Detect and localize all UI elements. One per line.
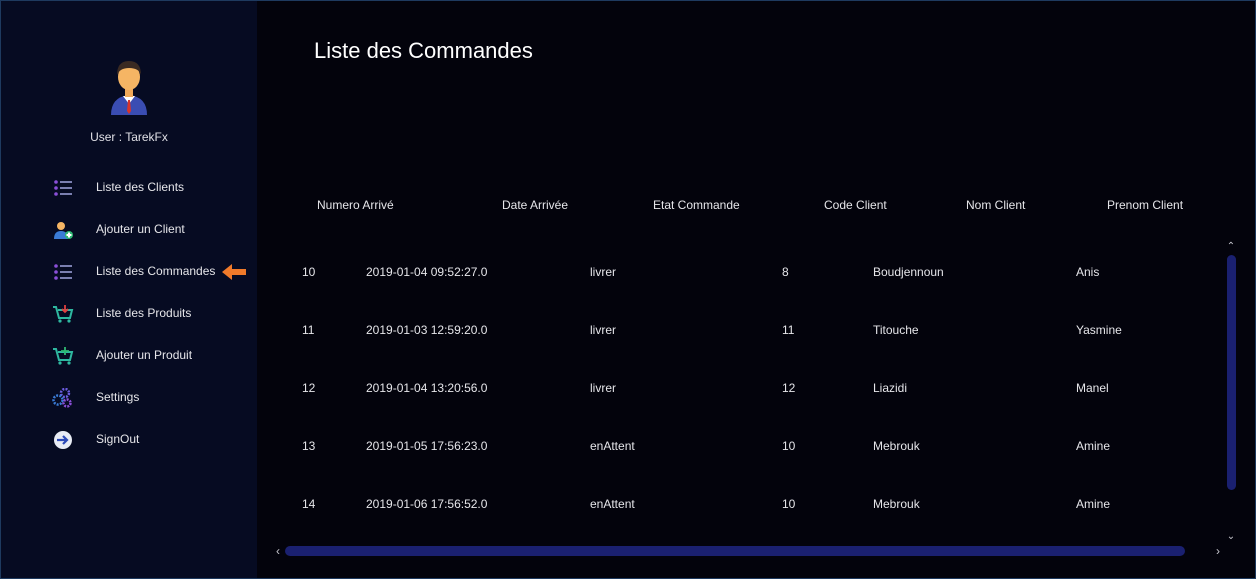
cell-numero: 12: [302, 381, 316, 395]
cell-prenom-client: Manel: [1076, 381, 1109, 395]
sidebar-item-label: Ajouter un Client: [96, 222, 185, 236]
sidebar-item-liste-produits[interactable]: Liste des Produits: [1, 296, 257, 330]
user-label: User : TarekFx: [90, 130, 168, 144]
sidebar-item-label: SignOut: [96, 432, 140, 446]
cell-etat: livrer: [590, 323, 616, 337]
sidebar: User : TarekFx Liste des Clients Ajouter…: [1, 1, 257, 578]
cell-date: 2019-01-04 13:20:56.0: [366, 381, 488, 395]
cart-add-icon: [53, 347, 74, 365]
list-icon: [54, 264, 72, 280]
cell-numero: 11: [302, 323, 315, 337]
cell-code-client: 10: [782, 439, 796, 453]
sidebar-item-signout[interactable]: SignOut: [1, 422, 257, 456]
cell-date: 2019-01-06 17:56:52.0: [366, 497, 488, 511]
cell-prenom-client: Amine: [1076, 497, 1111, 511]
horizontal-scrollbar-thumb[interactable]: [285, 546, 1185, 556]
cart-icon: [53, 305, 74, 323]
scroll-down-icon[interactable]: ⌄: [1225, 531, 1237, 543]
scroll-up-icon[interactable]: ⌃: [1225, 241, 1237, 253]
cell-etat: livrer: [590, 265, 616, 279]
column-header-nom-client[interactable]: Nom Client: [966, 198, 1025, 212]
sidebar-item-ajouter-produit[interactable]: Ajouter un Produit: [1, 338, 257, 372]
cell-date: 2019-01-04 09:52:27.0: [366, 265, 488, 279]
column-header-code-client[interactable]: Code Client: [824, 198, 887, 212]
cell-prenom-client: Amine: [1076, 439, 1111, 453]
sidebar-item-liste-commandes[interactable]: Liste des Commandes: [1, 254, 257, 288]
user-avatar-icon: [111, 61, 147, 115]
sidebar-item-ajouter-client[interactable]: Ajouter un Client: [1, 212, 257, 246]
active-arrow-icon: [222, 264, 246, 280]
cell-numero: 13: [302, 439, 316, 453]
cell-code-client: 10: [782, 497, 796, 511]
column-header-prenom-client[interactable]: Prenom Client: [1107, 198, 1183, 212]
sidebar-item-label: Ajouter un Produit: [96, 348, 193, 362]
signout-icon: [54, 431, 72, 449]
column-header-numero[interactable]: Numero Arrivé: [317, 198, 394, 212]
sidebar-item-label: Liste des Produits: [96, 306, 192, 320]
cell-nom-client: Mebrouk: [873, 497, 920, 511]
cell-etat: enAttent: [590, 497, 635, 511]
cell-nom-client: Boudjennoun: [873, 265, 944, 279]
cell-nom-client: Liazidi: [873, 381, 908, 395]
cell-date: 2019-01-05 17:56:23.0: [366, 439, 488, 453]
cell-code-client: 12: [782, 381, 796, 395]
sidebar-item-label: Settings: [96, 390, 140, 404]
cell-nom-client: Mebrouk: [873, 439, 920, 453]
scroll-right-icon[interactable]: ›: [1212, 544, 1224, 558]
sidebar-item-settings[interactable]: Settings: [1, 380, 257, 414]
cell-etat: enAttent: [590, 439, 635, 453]
gears-icon: [52, 388, 72, 408]
main-panel: Liste des Commandes: [257, 1, 1255, 578]
sidebar-item-liste-clients[interactable]: Liste des Clients: [1, 170, 257, 204]
cell-code-client: 11: [782, 323, 795, 337]
cell-numero: 10: [302, 265, 316, 279]
sidebar-item-label: Liste des Commandes: [96, 264, 216, 278]
cell-prenom-client: Yasmine: [1076, 323, 1122, 337]
scroll-left-icon[interactable]: ‹: [272, 544, 284, 558]
add-user-icon: [54, 222, 73, 239]
vertical-scrollbar-thumb[interactable]: [1227, 255, 1236, 490]
sidebar-item-label: Liste des Clients: [96, 180, 185, 194]
cell-numero: 14: [302, 497, 316, 511]
cell-prenom-client: Anis: [1076, 265, 1100, 279]
cell-etat: livrer: [590, 381, 616, 395]
cell-nom-client: Titouche: [873, 323, 919, 337]
column-header-date[interactable]: Date Arrivée: [502, 198, 568, 212]
cell-code-client: 8: [782, 265, 789, 279]
list-icon: [54, 180, 72, 196]
cell-date: 2019-01-03 12:59:20.0: [366, 323, 488, 337]
column-header-etat[interactable]: Etat Commande: [653, 198, 740, 212]
page-title: Liste des Commandes: [314, 38, 533, 63]
